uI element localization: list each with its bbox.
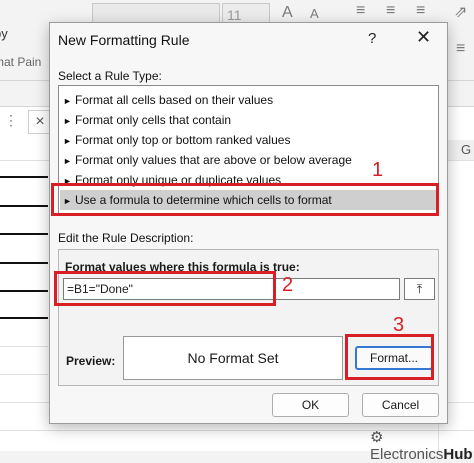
copy-button[interactable]: py xyxy=(0,26,8,41)
align-top-icon[interactable]: ≡ xyxy=(356,2,365,20)
step2-highlight xyxy=(54,271,276,306)
orientation-icon[interactable]: ⇗ xyxy=(454,2,467,22)
preview-box: No Format Set xyxy=(123,336,343,380)
decrease-font-icon[interactable]: A xyxy=(310,6,319,21)
close-icon[interactable]: ✕ xyxy=(416,27,431,48)
grid-hline xyxy=(0,374,48,375)
watermark-logo: ⚙ ElectronicsHub xyxy=(370,429,473,463)
edit-description-label: Edit the Rule Description: xyxy=(58,231,194,245)
cell-border xyxy=(0,317,48,319)
cell-border xyxy=(0,233,48,235)
name-box-dropdown-icon[interactable]: ⋮ xyxy=(4,112,18,129)
collapse-dialog-icon[interactable]: ⤒ xyxy=(404,278,435,300)
step2-number: 2 xyxy=(282,274,294,296)
arrow-icon: ► xyxy=(63,136,72,146)
step1-number: 1 xyxy=(372,159,384,181)
dialog-title: New Formatting Rule xyxy=(58,32,190,48)
format-painter-button[interactable]: mat Pain xyxy=(0,55,41,69)
rule-type-item[interactable]: ► Format only values that are above or be… xyxy=(63,150,352,170)
align-right-icon[interactable]: ≡ xyxy=(456,40,465,58)
align-middle-icon[interactable]: ≡ xyxy=(386,2,395,20)
cancel-button[interactable]: Cancel xyxy=(362,393,439,417)
increase-font-icon[interactable]: A xyxy=(282,4,293,22)
ok-button[interactable]: OK xyxy=(272,393,349,417)
help-button[interactable]: ? xyxy=(368,30,376,47)
arrow-icon: ► xyxy=(63,116,72,126)
electronics-hub-logo-icon: ⚙ xyxy=(370,429,384,446)
cell-border xyxy=(0,176,48,178)
step3-number: 3 xyxy=(393,314,405,336)
step1-highlight xyxy=(51,183,439,216)
cell-border xyxy=(0,205,48,207)
arrow-icon: ► xyxy=(63,96,72,106)
select-rule-type-label: Select a Rule Type: xyxy=(58,69,162,83)
step3-highlight xyxy=(345,334,434,380)
rule-type-item[interactable]: ► Format only top or bottom ranked values xyxy=(63,130,290,150)
preview-label: Preview: xyxy=(66,354,116,368)
rule-type-item[interactable]: ► Format all cells based on their values xyxy=(63,90,273,110)
arrow-icon: ► xyxy=(63,156,72,166)
dialog-titlebar[interactable]: New Formatting Rule ? ✕ xyxy=(50,23,447,57)
cell-border xyxy=(0,262,48,264)
align-bottom-icon[interactable]: ≡ xyxy=(416,2,425,20)
grid-hline xyxy=(0,346,48,347)
rule-type-item[interactable]: ► Format only cells that contain xyxy=(63,110,231,130)
cell-border xyxy=(0,290,48,292)
